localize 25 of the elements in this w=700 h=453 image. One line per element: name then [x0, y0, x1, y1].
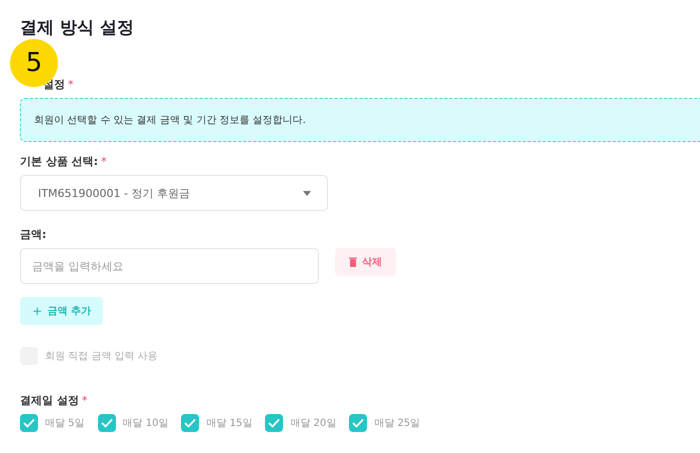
checkbox[interactable]	[349, 414, 368, 432]
page-title: 결제 방식 설정	[20, 17, 135, 39]
required-mark: *	[101, 154, 107, 168]
required-mark: *	[68, 78, 74, 90]
caret-icon	[303, 190, 311, 196]
field-label: 기본 상품 선택:	[20, 154, 98, 168]
checkbox[interactable]	[20, 414, 38, 432]
add-amount-button[interactable]: + 금액 추가	[20, 297, 103, 325]
checkbox-label: 회원 직접 금액 입력 사용	[45, 350, 158, 363]
field-label: 금액:	[20, 226, 46, 242]
field-label: 결제일 설정	[20, 392, 79, 408]
checkbox-label: 매달 15일	[206, 417, 252, 430]
checkbox-label: 매달 20일	[290, 417, 336, 430]
checkbox[interactable]	[181, 414, 200, 432]
delete-button[interactable]: 삭제	[335, 248, 396, 276]
checkbox-label: 매달 10일	[122, 417, 168, 430]
required-mark: *	[82, 394, 88, 406]
info-box: 회원이 선택할 수 있는 결제 금액 및 기간 정보를 설정합니다.	[20, 98, 700, 142]
amount-input[interactable]: 금액을 입력하세요	[20, 248, 319, 284]
checkbox[interactable]	[98, 414, 116, 432]
checkbox-label: 매달 5일	[45, 417, 85, 430]
checkbox[interactable]	[265, 414, 284, 432]
product-select[interactable]: ITM651900001 - 정기 후원금	[20, 175, 328, 211]
trash-icon	[349, 257, 357, 267]
checkbox-label: 매달 25일	[374, 417, 420, 430]
